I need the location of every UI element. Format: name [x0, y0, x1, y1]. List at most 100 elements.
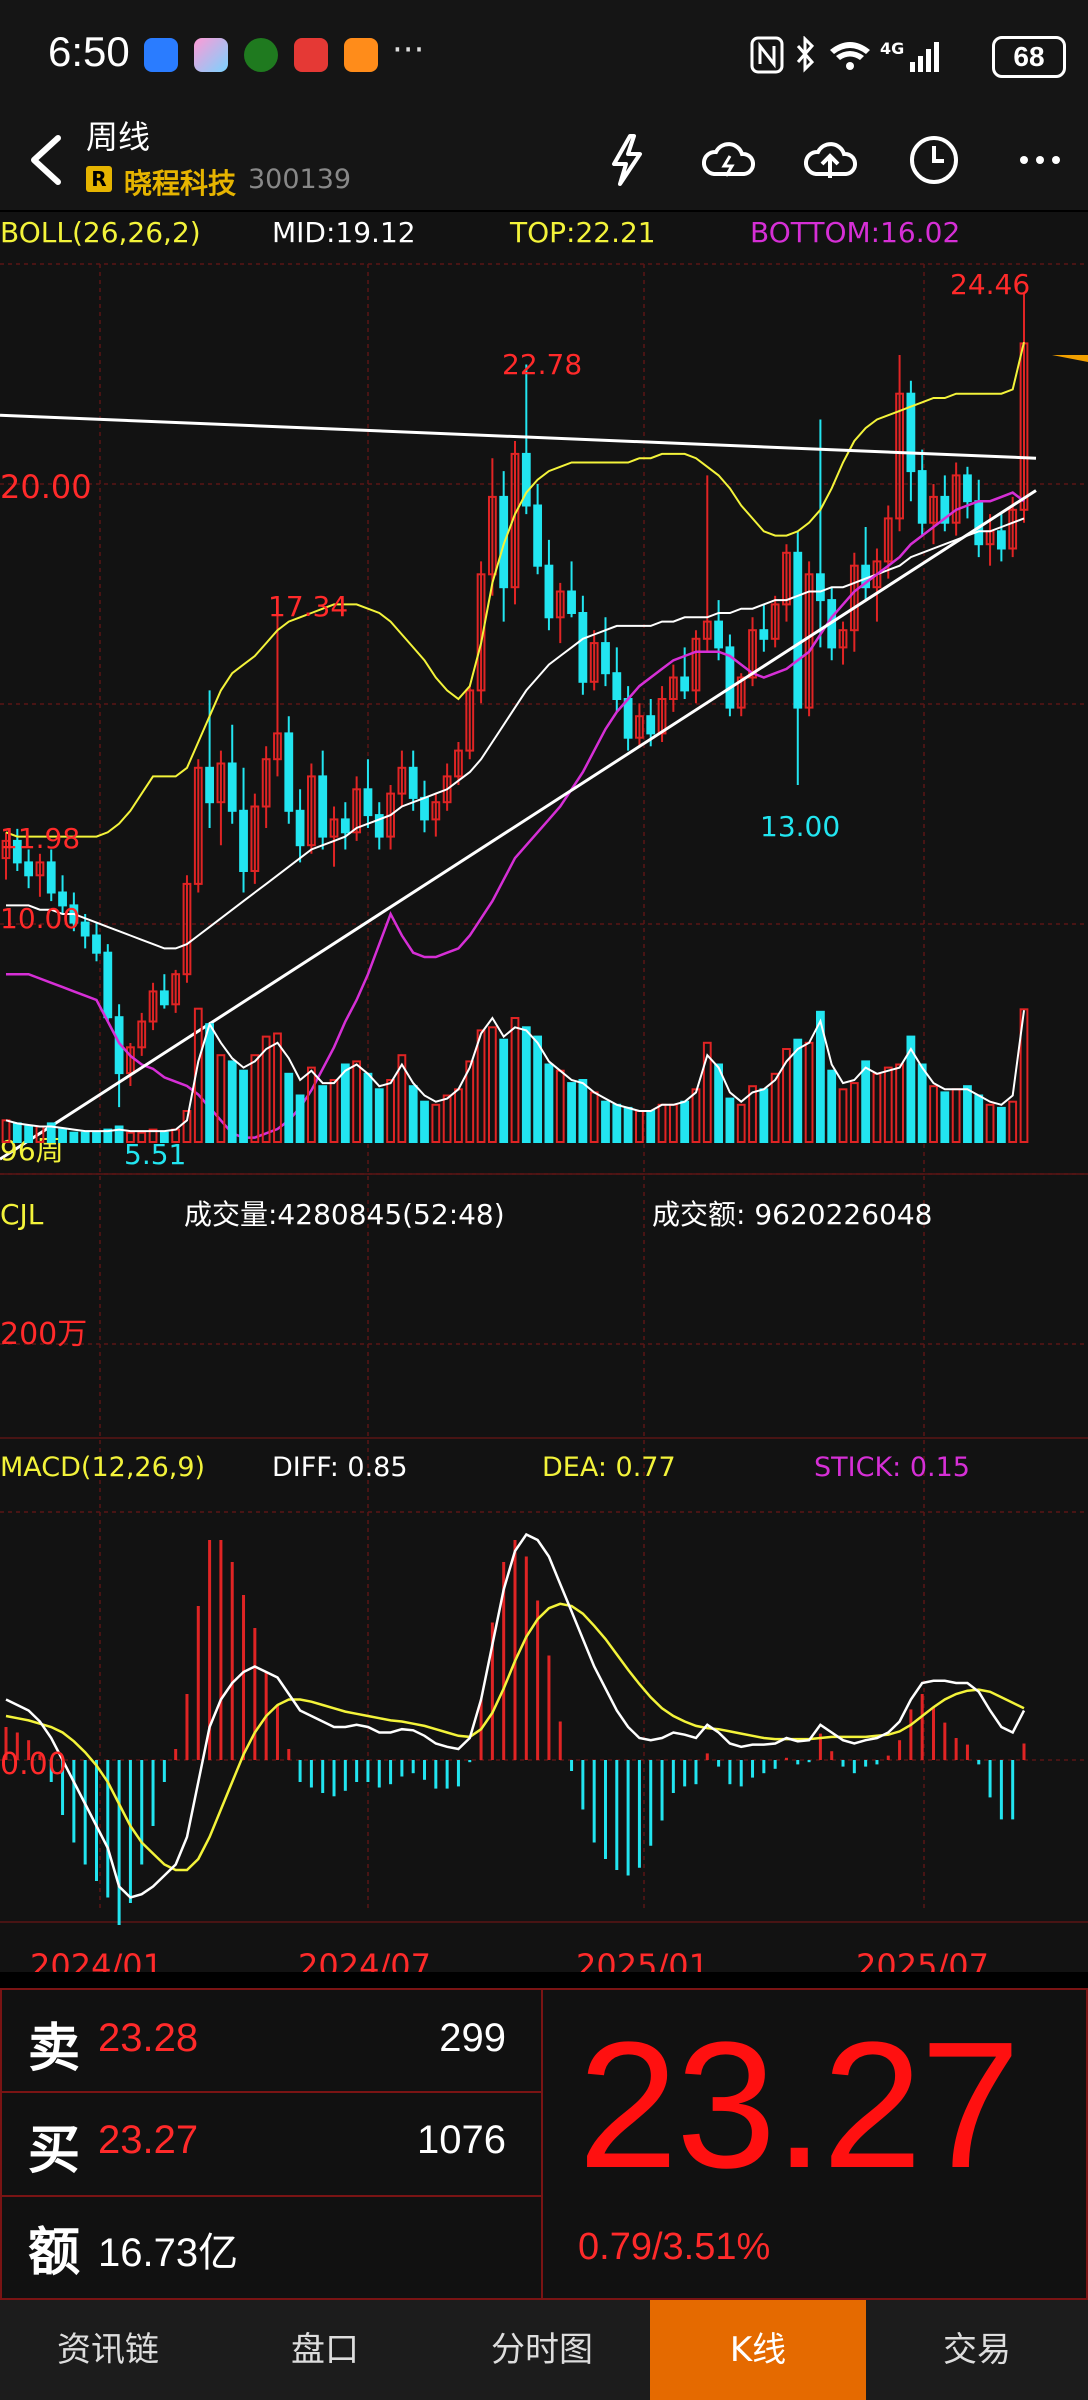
volume-bar: [951, 1088, 961, 1143]
tab-order-book[interactable]: 盘口: [216, 2300, 434, 2400]
sell-volume: 299: [439, 2016, 506, 2060]
volume-bar: [985, 1103, 995, 1143]
candle-body: [340, 818, 350, 834]
cloud-refresh-icon[interactable]: [698, 130, 758, 190]
buy-label: 买: [28, 2120, 81, 2181]
volume-bar: [578, 1079, 588, 1143]
tab-kline[interactable]: K线: [650, 2300, 866, 2400]
candle-body: [623, 698, 633, 739]
tab-trade[interactable]: 交易: [866, 2300, 1088, 2400]
candle-body: [816, 573, 825, 602]
volume-bar: [929, 1085, 938, 1144]
volume-bar: [340, 1063, 350, 1143]
boll-mid-value: MID:19.12: [272, 216, 416, 249]
volume-bar: [510, 1017, 520, 1143]
volume-bar: [487, 1026, 497, 1143]
tab-news-chain[interactable]: 资讯链: [0, 2300, 216, 2400]
candle-body: [567, 590, 576, 614]
candle-body: [420, 796, 429, 821]
cloud-upload-icon[interactable]: [800, 130, 860, 190]
candle-body: [680, 676, 690, 692]
gallery-icon: [194, 38, 228, 72]
buy-price: 23.27: [98, 2118, 199, 2162]
volume-bar: [736, 1103, 746, 1143]
volume-bar: [408, 1085, 418, 1144]
volume-bar: [623, 1106, 633, 1144]
macd-label: MACD(12,26,9): [0, 1452, 205, 1483]
volume-bar: [420, 1100, 429, 1144]
candle-body: [544, 564, 554, 619]
candle-body: [963, 474, 972, 503]
last-price: 23.27: [578, 2005, 1020, 2206]
candles-layer: [1, 292, 1029, 1108]
volume-bar: [838, 1088, 848, 1143]
volume-bar: [861, 1060, 871, 1144]
volume-bar: [691, 1088, 701, 1143]
volume-bar: [374, 1088, 384, 1143]
clock-icon[interactable]: [904, 130, 964, 190]
volume-bar: [567, 1082, 576, 1143]
candle-body: [80, 921, 90, 937]
candle-body: [363, 788, 373, 817]
volume-bar: [714, 1063, 723, 1143]
x-label-2024-01: 2024/01: [30, 1947, 163, 1972]
boll-top-value: TOP:22.21: [509, 216, 656, 249]
candle-body: [646, 715, 656, 735]
candle-body: [318, 775, 328, 838]
volume-bar: [544, 1063, 554, 1143]
volume-bar: [883, 1066, 893, 1143]
volume-bar: [307, 1066, 316, 1143]
volume-bar: [940, 1091, 950, 1144]
amount-value: 16.73亿: [98, 2231, 239, 2275]
volume-bar: [363, 1072, 373, 1143]
macd-dea-value: DEA: 0.77: [542, 1452, 676, 1483]
volume-bar: [216, 1054, 226, 1144]
volume-bar: [250, 1054, 260, 1144]
weather-icon: [144, 38, 178, 72]
bluetooth-icon: [796, 36, 815, 73]
status-icons: 4G: [750, 36, 939, 74]
volume-bar: [725, 1097, 735, 1143]
volume-bar: [442, 1094, 452, 1143]
more-icon[interactable]: [1010, 130, 1070, 190]
x-label-2025-07: 2025/07: [856, 1947, 989, 1972]
market-badge: R: [86, 166, 112, 192]
bottom-tab-bar: 资讯链 盘口 分时图 K线 交易: [0, 2300, 1088, 2400]
volume-bar: [431, 1103, 441, 1143]
boll-label: BOLL(26,26,2): [0, 216, 201, 249]
volume-bar: [974, 1094, 984, 1143]
volume-ma-line: [5, 1010, 1025, 1133]
candle-body: [612, 672, 622, 701]
annotation-high-2278: 22.78: [502, 348, 582, 381]
volume-bar: [657, 1103, 667, 1143]
volume-bar: [601, 1100, 610, 1144]
amount-text: 成交额: 9620226048: [652, 1198, 932, 1231]
macd-zero-label: 0.00: [0, 1747, 67, 1782]
volume-text: 成交量:4280845(52:48): [184, 1198, 505, 1231]
back-icon[interactable]: [22, 130, 72, 190]
volume-bar: [80, 1131, 90, 1144]
volume-bar: [963, 1085, 972, 1144]
stock-name: 晓程科技: [124, 167, 237, 200]
resistance-trendline: [0, 413, 1037, 460]
candle-body: [46, 861, 56, 894]
sell-label: 卖: [28, 2018, 81, 2079]
kline-chart[interactable]: BOLL(26,26,2) MID:19.12 TOP:22.21 BOTTOM…: [0, 212, 1088, 1972]
flash-icon[interactable]: [596, 130, 656, 190]
volume-bar: [239, 1069, 248, 1144]
candle-body: [408, 766, 418, 799]
volume-bar: [386, 1079, 395, 1143]
volume-bar: [827, 1069, 837, 1144]
volume-bar: [454, 1088, 463, 1143]
candle-body: [205, 766, 214, 804]
status-more-icon: ···: [392, 30, 425, 70]
tab-intraday[interactable]: 分时图: [434, 2300, 650, 2400]
annotation-low-1300: 13.00: [760, 810, 840, 843]
annotation-high-2446: 24.46: [950, 268, 1030, 301]
volume-bar: [555, 1069, 565, 1144]
candle-body: [974, 500, 984, 546]
volume-bar: [227, 1060, 237, 1144]
volume-bar: [92, 1131, 101, 1144]
candle-body: [284, 732, 294, 812]
volume-bar: [24, 1125, 34, 1143]
